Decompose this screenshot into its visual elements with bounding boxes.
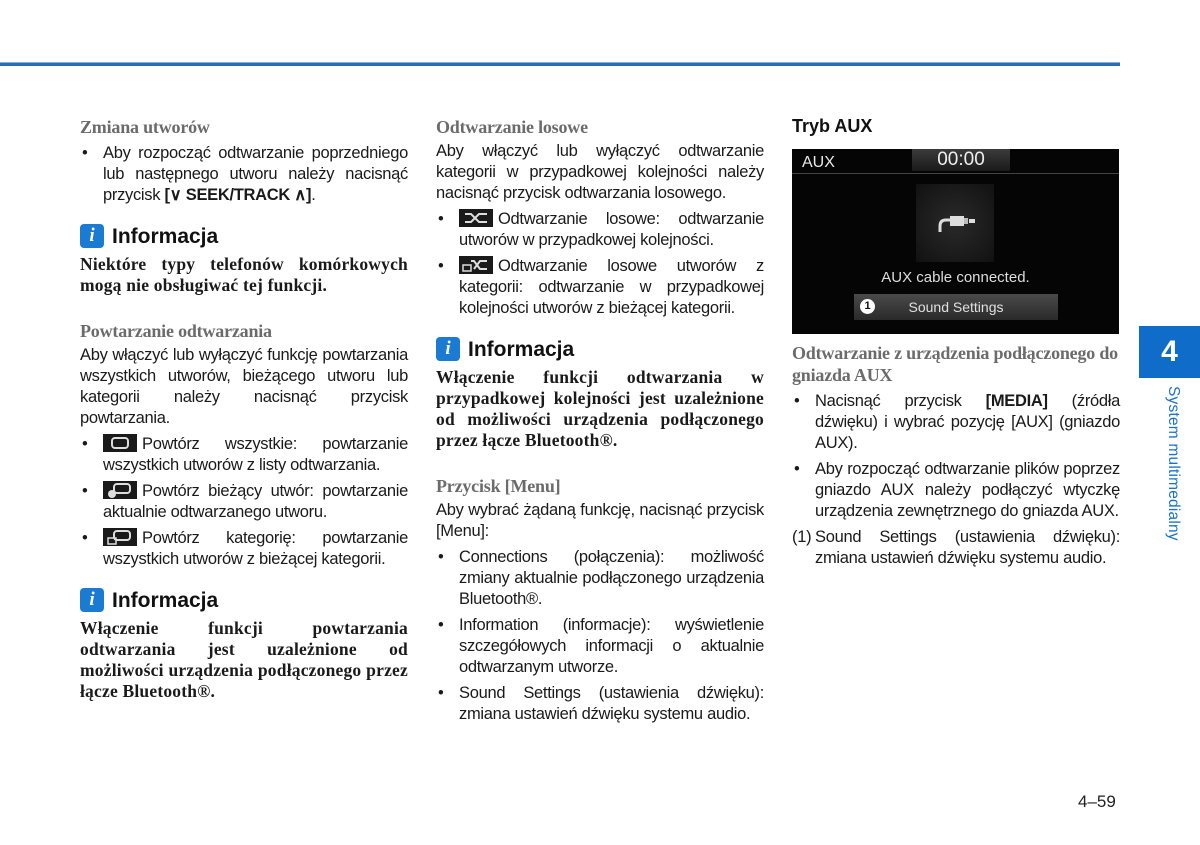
section-heading-repeat: Powtarzanie odtwarzania	[80, 321, 272, 341]
shuffle-icon	[459, 209, 493, 227]
list-item: • Nacisnąć przycisk [MEDIA] (źródła dźwi…	[794, 392, 1121, 452]
repeat-intro: Aby włączyć lub wyłączyć funkcję powtarz…	[80, 346, 408, 427]
info-icon: i	[80, 588, 104, 612]
list-item: • Odtwarzanie losowe utworów z kategorii…	[438, 256, 764, 317]
menu-list: • Connections (połączenia): możliwość zmi…	[436, 547, 764, 725]
info-body: Niektóre typy telefonów komórkowych mogą…	[80, 254, 408, 295]
list-item: • Information (informacje): wyświetlenie …	[438, 616, 764, 676]
chapter-label: System multimedialny	[1165, 386, 1182, 541]
aux-cable-icon	[916, 184, 994, 262]
column-1: Zmiana utworów • Aby rozpocząć odtwarzan…	[80, 116, 408, 702]
info-title: Informacja	[112, 588, 219, 612]
info-box: i Informacja Włączenie funkcji odtwarzan…	[436, 337, 764, 451]
section-heading-aux-playback: Odtwarzanie z urządzenia podłączonego do…	[792, 343, 1118, 385]
list-item: • Powtórz kategorię: powtarzanie wszystk…	[82, 528, 408, 568]
page-number: 4–59	[1078, 792, 1116, 811]
shuffle-category-icon	[459, 256, 493, 274]
media-key: [MEDIA]	[985, 392, 1048, 410]
info-box: i Informacja Włączenie funkcji powtarzan…	[80, 588, 408, 702]
chapter-tab: 4	[1139, 326, 1200, 378]
repeat-list: • Powtórz wszystkie: powtarzanie wszystk…	[80, 434, 408, 570]
section-heading-aux: Tryb AUX	[792, 116, 873, 136]
info-title: Informacja	[468, 337, 575, 361]
info-body: Włączenie funkcji powtarzania odtwarzani…	[80, 618, 408, 701]
list-item: • Odtwarzanie losowe: odtwarzanie utworó…	[438, 209, 764, 249]
sound-settings-button[interactable]: 1 Sound Settings	[854, 294, 1058, 320]
aux-list: • Nacisnąć przycisk [MEDIA] (źródła dźwi…	[792, 391, 1120, 522]
top-rule	[0, 62, 1120, 66]
info-body: Włączenie funkcji odtwarzania w przypadk…	[436, 367, 764, 450]
aux-time: 00:00	[912, 149, 1010, 171]
callout-badge: 1	[860, 299, 875, 314]
callout-item: (1) Sound Settings (ustawienia dźwięku):…	[792, 528, 1120, 567]
column-3: Tryb AUX AUX 00:00 AUX cable connected. …	[792, 116, 1120, 569]
seek-track-key: [∨ SEEK/TRACK ∧]	[164, 186, 312, 204]
menu-intro: Aby wybrać żądaną funkcję, nacisnąć przy…	[436, 501, 764, 540]
info-title: Informacja	[112, 224, 219, 248]
list-item: • Powtórz wszystkie: powtarzanie wszystk…	[82, 434, 408, 474]
list-item: • Powtórz bieżący utwór: powtarzanie akt…	[82, 481, 408, 521]
section-heading-menu: Przycisk [Menu]	[436, 476, 561, 496]
aux-screen: AUX 00:00 AUX cable connected. 1 Sound S…	[792, 149, 1119, 334]
column-2: Odtwarzanie losowe Aby włączyć lub wyłąc…	[436, 116, 764, 725]
info-box: i Informacja Niektóre typy telefonów kom…	[80, 224, 408, 296]
aux-status: AUX cable connected.	[881, 269, 1030, 286]
info-icon: i	[80, 224, 104, 248]
repeat-one-icon	[103, 481, 137, 499]
bullet: •	[82, 144, 88, 162]
list-item: • Aby rozpocząć odtwarzanie poprzedniego…	[82, 144, 408, 204]
aux-source-label: AUX	[802, 154, 835, 171]
repeat-all-icon	[103, 434, 137, 452]
list-item: • Connections (połączenia): możliwość zmi…	[438, 548, 764, 608]
repeat-category-icon	[103, 528, 137, 546]
shuffle-list: • Odtwarzanie losowe: odtwarzanie utworó…	[436, 209, 764, 319]
aux-callouts: (1) Sound Settings (ustawienia dźwięku):…	[792, 527, 1120, 569]
shuffle-intro: Aby włączyć lub wyłączyć odtwarzanie kat…	[436, 142, 764, 202]
section-heading-track-change: Zmiana utworów	[80, 117, 210, 137]
track-change-list: • Aby rozpocząć odtwarzanie poprzedniego…	[80, 143, 408, 206]
info-icon: i	[436, 337, 460, 361]
list-item: • Aby rozpocząć odtwarzanie plików poprz…	[794, 460, 1120, 520]
list-item: • Sound Settings (ustawienia dźwięku): zm…	[438, 684, 764, 723]
section-heading-shuffle: Odtwarzanie losowe	[436, 117, 588, 137]
